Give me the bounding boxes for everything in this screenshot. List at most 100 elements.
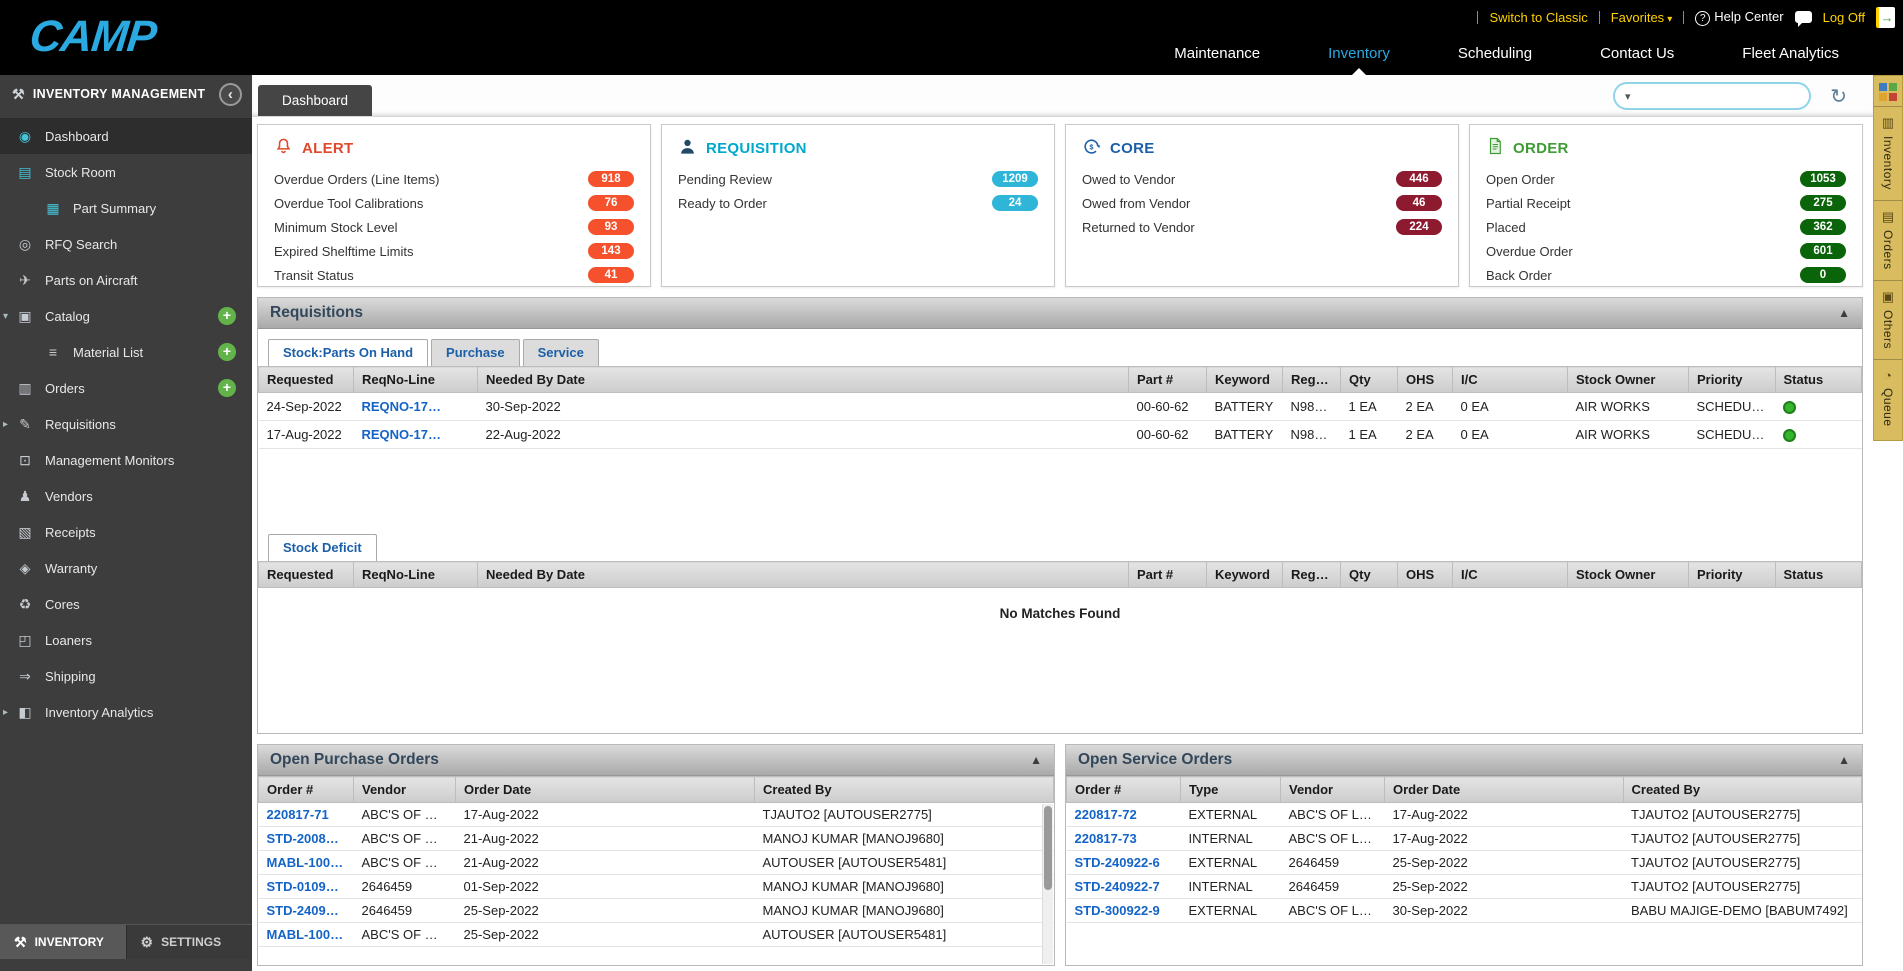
column-header[interactable]: Needed By Date xyxy=(478,367,1129,393)
column-header[interactable]: Part # xyxy=(1129,367,1207,393)
order-number-link[interactable]: STD-240922-7 xyxy=(1067,875,1181,899)
nav-maintenance[interactable]: Maintenance xyxy=(1140,33,1294,75)
sidebar-item-warranty[interactable]: ◈ Warranty xyxy=(0,550,252,586)
column-header[interactable]: I/C xyxy=(1453,562,1568,588)
order-metric-row[interactable]: Placed 362 xyxy=(1486,215,1846,239)
order-number-link[interactable]: 220817-73 xyxy=(1067,827,1181,851)
chevron-down-icon[interactable]: ▾ xyxy=(1625,90,1631,103)
column-header[interactable]: RegNo # xyxy=(1283,367,1341,393)
column-header[interactable]: Order Date xyxy=(1385,777,1624,803)
column-header[interactable]: Vendor xyxy=(354,777,456,803)
collapse-icon[interactable]: ▲ xyxy=(1030,753,1042,767)
core-metric-row[interactable]: Returned to Vendor 224 xyxy=(1082,215,1442,239)
sidebar-item-rfq-search[interactable]: ◎ RFQ Search xyxy=(0,226,252,262)
alert-metric-row[interactable]: Minimum Stock Level 93 xyxy=(274,215,634,239)
column-header[interactable]: OHS xyxy=(1398,367,1453,393)
sidebar-item-requisitions[interactable]: ▸ ✎ Requisitions xyxy=(0,406,252,442)
order-number-link[interactable]: STD-240922-6 xyxy=(1067,851,1181,875)
nav-contact-us[interactable]: Contact Us xyxy=(1566,33,1708,75)
scrollbar-track[interactable] xyxy=(1042,804,1053,964)
column-header[interactable]: Stock Owner xyxy=(1568,562,1689,588)
alert-metric-row[interactable]: Transit Status 41 xyxy=(274,263,634,287)
order-number-link[interactable]: MABL-1001… xyxy=(259,923,354,947)
switch-to-classic-link[interactable]: Switch to Classic xyxy=(1489,10,1587,25)
column-header[interactable]: Status xyxy=(1775,367,1862,393)
tab-stock-deficit[interactable]: Stock Deficit xyxy=(268,534,377,561)
reqno-link[interactable]: REQNO-17… xyxy=(354,393,478,421)
column-header[interactable]: Keyword xyxy=(1207,367,1283,393)
sidebar-item-orders[interactable]: ▥ Orders + xyxy=(0,370,252,406)
column-header[interactable]: Priority xyxy=(1689,367,1776,393)
add-order-button[interactable]: + xyxy=(218,379,236,397)
column-header[interactable]: Qty xyxy=(1341,367,1398,393)
column-header[interactable]: ReqNo-Line xyxy=(354,367,478,393)
section-header[interactable]: Open Service Orders ▲ xyxy=(1066,745,1862,776)
favorites-menu[interactable]: Favorites▾ xyxy=(1611,10,1673,25)
sidebar-item-inventory-analytics[interactable]: ▸ ◧ Inventory Analytics xyxy=(0,694,252,730)
core-metric-row[interactable]: Owed to Vendor 446 xyxy=(1082,167,1442,191)
section-header[interactable]: Requisitions ▲ xyxy=(258,298,1862,329)
tab-service[interactable]: Service xyxy=(523,339,599,366)
column-header[interactable]: Keyword xyxy=(1207,562,1283,588)
alert-metric-row[interactable]: Overdue Orders (Line Items) 918 xyxy=(274,167,634,191)
help-center-link[interactable]: ?Help Center xyxy=(1695,9,1783,26)
nav-inventory[interactable]: Inventory xyxy=(1294,33,1424,75)
column-header[interactable]: Order Date xyxy=(456,777,755,803)
dock-tab-orders[interactable]: ▤ Orders xyxy=(1874,200,1902,280)
column-header[interactable]: OHS xyxy=(1398,562,1453,588)
alert-metric-row[interactable]: Overdue Tool Calibrations 76 xyxy=(274,191,634,215)
sidebar-item-dashboard[interactable]: ◉ Dashboard xyxy=(0,118,252,154)
order-metric-row[interactable]: Overdue Order 601 xyxy=(1486,239,1846,263)
order-metric-row[interactable]: Open Order 1053 xyxy=(1486,167,1846,191)
sidebar-item-shipping[interactable]: ⇒ Shipping xyxy=(0,658,252,694)
column-header[interactable]: Order # xyxy=(259,777,354,803)
sidebar-item-part-summary[interactable]: ▦ Part Summary xyxy=(0,190,252,226)
tab-dashboard[interactable]: Dashboard xyxy=(258,85,372,116)
column-header[interactable]: Qty xyxy=(1341,562,1398,588)
order-number-link[interactable]: STD-010922-1 xyxy=(259,875,354,899)
scrollbar-thumb[interactable] xyxy=(1044,806,1052,890)
reqno-link[interactable]: REQNO-17… xyxy=(354,421,478,449)
core-metric-row[interactable]: Owed from Vendor 46 xyxy=(1082,191,1442,215)
column-header[interactable]: Vendor xyxy=(1281,777,1385,803)
sidebar-item-catalog[interactable]: ▾ ▣ Catalog + xyxy=(0,298,252,334)
column-header[interactable]: I/C xyxy=(1453,367,1568,393)
order-number-link[interactable]: STD-300922-9 xyxy=(1067,899,1181,923)
section-header[interactable]: Open Purchase Orders ▲ xyxy=(258,745,1054,776)
order-metric-row[interactable]: Partial Receipt 275 xyxy=(1486,191,1846,215)
tab-purchase[interactable]: Purchase xyxy=(431,339,520,366)
order-number-link[interactable]: 220817-71 xyxy=(259,803,354,827)
column-header[interactable]: Requested xyxy=(259,367,354,393)
footer-inventory-button[interactable]: ⚒ INVENTORY xyxy=(0,925,126,959)
dock-tab-inventory[interactable]: ▥ Inventory xyxy=(1874,106,1902,200)
sidebar-item-parts-on-aircraft[interactable]: ✈ Parts on Aircraft xyxy=(0,262,252,298)
order-metric-row[interactable]: Back Order 0 xyxy=(1486,263,1846,287)
requisition-metric-row[interactable]: Pending Review 1209 xyxy=(678,167,1038,191)
column-header[interactable]: Priority xyxy=(1689,562,1776,588)
column-header[interactable]: Status xyxy=(1775,562,1862,588)
sidebar-item-vendors[interactable]: ♟ Vendors xyxy=(0,478,252,514)
column-header[interactable]: RegNo # xyxy=(1283,562,1341,588)
tab-stock-parts-on-hand[interactable]: Stock:Parts On Hand xyxy=(268,339,428,366)
log-off-icon[interactable]: → xyxy=(1876,7,1895,28)
expander-open-icon[interactable]: ▾ xyxy=(3,311,8,322)
sidebar-item-stock-room[interactable]: ▤ Stock Room xyxy=(0,154,252,190)
order-number-link[interactable]: MABL-1001… xyxy=(259,851,354,875)
collapse-icon[interactable]: ▲ xyxy=(1838,306,1850,320)
camp-logo[interactable]: CAMP xyxy=(27,12,158,62)
add-catalog-button[interactable]: + xyxy=(218,307,236,325)
quick-search-input[interactable] xyxy=(1638,89,1799,104)
dock-tab-others[interactable]: ▣ Others xyxy=(1874,280,1902,359)
refresh-icon[interactable]: ↻ xyxy=(1830,84,1847,109)
column-header[interactable]: Part # xyxy=(1129,562,1207,588)
order-number-link[interactable]: STD-240922-2 xyxy=(259,899,354,923)
sidebar-item-material-list[interactable]: ≡ Material List + xyxy=(0,334,252,370)
column-header[interactable]: Order # xyxy=(1067,777,1181,803)
column-header[interactable]: Needed By Date xyxy=(478,562,1129,588)
nav-fleet-analytics[interactable]: Fleet Analytics xyxy=(1708,33,1873,75)
sidebar-item-loaners[interactable]: ◰ Loaners xyxy=(0,622,252,658)
column-header[interactable]: Requested xyxy=(259,562,354,588)
order-number-link[interactable]: STD-200822-2 xyxy=(259,827,354,851)
column-header[interactable]: Stock Owner xyxy=(1568,367,1689,393)
collapse-icon[interactable]: ▲ xyxy=(1838,753,1850,767)
